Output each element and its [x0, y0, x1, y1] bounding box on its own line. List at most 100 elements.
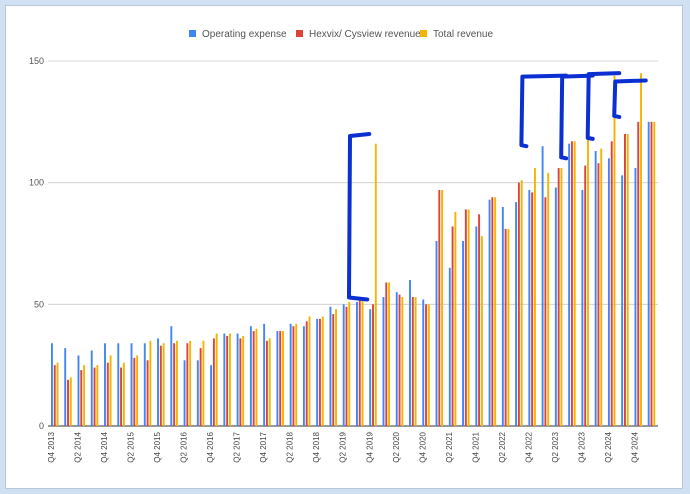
bar-total	[56, 362, 59, 426]
y-axis: 0 50 100 150	[29, 56, 44, 431]
x-tick-label: Q4 2015	[153, 431, 162, 462]
bar-opex	[356, 301, 358, 426]
bar-total	[573, 141, 576, 427]
bar-total	[215, 333, 218, 426]
bar-hexvix	[199, 348, 202, 426]
bar-hexvix	[106, 362, 109, 426]
bar-total	[560, 168, 563, 427]
bar-hexvix	[53, 365, 56, 426]
bar-hexvix	[133, 357, 136, 426]
bar-total	[427, 304, 430, 426]
bar-opex	[223, 333, 226, 426]
bar-total	[335, 309, 337, 426]
bar-opex	[448, 267, 451, 426]
bar-hexvix	[239, 338, 242, 426]
bar-opex	[104, 343, 106, 426]
bar-total	[348, 301, 351, 426]
bar-hexvix	[491, 197, 494, 426]
bar-hexvix	[292, 326, 295, 426]
bar-opex	[528, 189, 531, 426]
bar-hexvix	[438, 189, 441, 426]
bar-opex	[249, 326, 252, 426]
x-tick-label: Q4 2017	[259, 431, 268, 462]
bar-total	[361, 299, 364, 426]
bar-opex	[435, 241, 438, 426]
bar-hexvix	[279, 331, 282, 426]
bar-hexvix	[186, 343, 189, 426]
bar-opex	[395, 292, 398, 426]
y-tick-label: 0	[39, 421, 44, 431]
bar-opex	[329, 306, 332, 426]
bar-hexvix	[120, 367, 123, 426]
bar-hexvix	[464, 209, 467, 426]
bar-opex	[90, 350, 93, 426]
bar-hexvix	[637, 121, 640, 426]
x-tick-label: Q4 2014	[100, 431, 109, 462]
bar-opex	[183, 360, 186, 426]
legend-label-1: Hexvix/ Cysview revenue	[309, 29, 421, 40]
x-tick-label: Q2 2021	[445, 431, 454, 462]
x-tick-label: Q2 2024	[604, 431, 613, 462]
bar-hexvix	[80, 370, 83, 426]
bar-opex	[501, 207, 504, 426]
bar-opex	[554, 187, 557, 426]
bar-hexvix	[584, 165, 587, 426]
x-tick-label: Q2 2018	[286, 431, 295, 462]
x-tick-label: Q2 2016	[180, 431, 189, 462]
legend-swatch-1	[296, 30, 303, 37]
bar-opex	[170, 326, 173, 426]
legend-label-0: Operating expense	[202, 29, 287, 40]
bar-total	[83, 365, 86, 426]
x-tick-label: Q4 2021	[471, 431, 480, 462]
bar-opex	[369, 309, 372, 426]
bar-opex	[316, 318, 319, 426]
bar-hexvix	[544, 197, 547, 426]
legend: Operating expense Hexvix/ Cysview revenue…	[189, 29, 493, 40]
gridlines	[48, 60, 658, 427]
bar-total	[175, 340, 178, 426]
bar-opex	[594, 151, 597, 427]
x-tick-label: Q2 2023	[551, 431, 560, 462]
bar-total	[640, 73, 642, 427]
y-tick-label: 100	[29, 178, 44, 188]
bar-total	[653, 121, 656, 426]
bar-opex	[64, 348, 67, 426]
bar-opex	[210, 365, 213, 426]
bar-opex	[462, 241, 464, 426]
bar-hexvix	[332, 314, 335, 426]
bar-opex	[515, 202, 518, 426]
bar-total	[228, 333, 231, 426]
bar-opex	[409, 280, 411, 426]
bar-opex	[117, 343, 120, 426]
bar-total	[467, 209, 470, 426]
x-tick-label: Q2 2019	[339, 431, 348, 462]
bar-total	[189, 340, 192, 426]
bar-hexvix	[385, 282, 388, 426]
bar-opex	[634, 168, 637, 427]
bar-total	[202, 340, 205, 426]
bar-total	[441, 189, 444, 426]
bar-total	[321, 316, 324, 426]
bar-hexvix	[650, 121, 653, 426]
bar-hexvix	[319, 318, 321, 426]
bar-hexvix	[93, 367, 96, 426]
bar-hexvix	[451, 226, 454, 426]
bar-hexvix	[173, 343, 176, 426]
bar-opex	[196, 360, 199, 426]
bar-total	[69, 377, 72, 426]
bar-total	[494, 197, 497, 426]
bar-total	[533, 168, 536, 427]
bar-total	[149, 340, 152, 426]
bar-hexvix	[265, 340, 268, 426]
bar-hexvix	[517, 182, 520, 426]
x-tick-label: Q2 2017	[233, 431, 242, 462]
bar-opex	[541, 146, 544, 426]
bar-total	[242, 335, 245, 426]
bar-opex	[302, 326, 305, 426]
bar-opex	[276, 331, 279, 426]
bar-hexvix	[557, 168, 560, 427]
y-tick-label: 50	[34, 299, 44, 309]
bar-hexvix	[358, 299, 361, 426]
bar-hexvix	[398, 294, 401, 426]
x-tick-label: Q2 2022	[498, 431, 507, 462]
